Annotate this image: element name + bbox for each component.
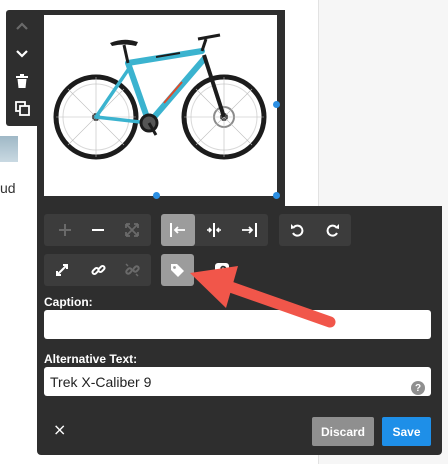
align-center-icon [207, 223, 221, 237]
alt-text-label: Alternative Text: [44, 352, 138, 366]
close-button[interactable]: × [53, 422, 66, 438]
save-button[interactable]: Save [382, 417, 431, 446]
expand-button[interactable] [46, 254, 78, 286]
caption-input[interactable] [44, 310, 431, 339]
fit-icon [125, 223, 139, 237]
background-thumbnail [0, 136, 18, 162]
resize-handle-bottom[interactable] [153, 192, 160, 199]
caption-label: Caption: [44, 295, 93, 309]
undo-icon [291, 224, 304, 237]
align-right-button[interactable] [233, 214, 265, 246]
duplicate-icon [14, 100, 30, 116]
redo-icon [326, 224, 339, 237]
zoom-group [44, 214, 151, 246]
remove-icon [92, 229, 104, 231]
link-button[interactable] [82, 254, 114, 286]
zoom-out-button[interactable] [82, 214, 114, 246]
align-center-button[interactable] [198, 214, 230, 246]
pinterest-icon [214, 263, 229, 277]
unlink-icon [124, 262, 140, 277]
move-down-button[interactable] [12, 44, 32, 64]
link-group [44, 254, 151, 286]
fit-button[interactable] [116, 214, 148, 246]
align-left-button[interactable] [161, 214, 195, 246]
background-text: ud [0, 180, 16, 196]
pinterest-button[interactable] [205, 254, 238, 286]
add-icon [59, 224, 71, 236]
expand-icon [56, 264, 68, 276]
image-edit-panel: Caption: Alternative Text: ? × Discard S… [37, 206, 442, 455]
alignment-group [161, 214, 268, 246]
delete-button[interactable] [12, 71, 32, 91]
discard-button[interactable]: Discard [312, 417, 374, 446]
history-group [279, 214, 351, 246]
bike-image[interactable] [44, 15, 277, 196]
move-up-button[interactable] [12, 16, 32, 36]
block-controls [6, 10, 37, 126]
zoom-in-button[interactable] [49, 214, 81, 246]
tag-icon [171, 263, 184, 277]
trash-icon [16, 74, 28, 88]
help-icon[interactable]: ? [411, 381, 425, 395]
chevron-up-icon [16, 22, 28, 30]
bicycle-illustration [53, 33, 267, 160]
duplicate-button[interactable] [12, 98, 32, 118]
resize-handle-right[interactable] [273, 101, 280, 108]
align-right-icon [242, 223, 257, 237]
resize-handle-corner[interactable] [273, 192, 280, 199]
chevron-down-icon [16, 50, 28, 58]
tag-button[interactable] [161, 254, 194, 286]
align-left-icon [170, 223, 185, 237]
redo-button[interactable] [317, 214, 349, 246]
unlink-button[interactable] [116, 254, 148, 286]
undo-button[interactable] [281, 214, 313, 246]
link-icon [90, 264, 106, 275]
alt-text-input[interactable] [44, 367, 431, 396]
